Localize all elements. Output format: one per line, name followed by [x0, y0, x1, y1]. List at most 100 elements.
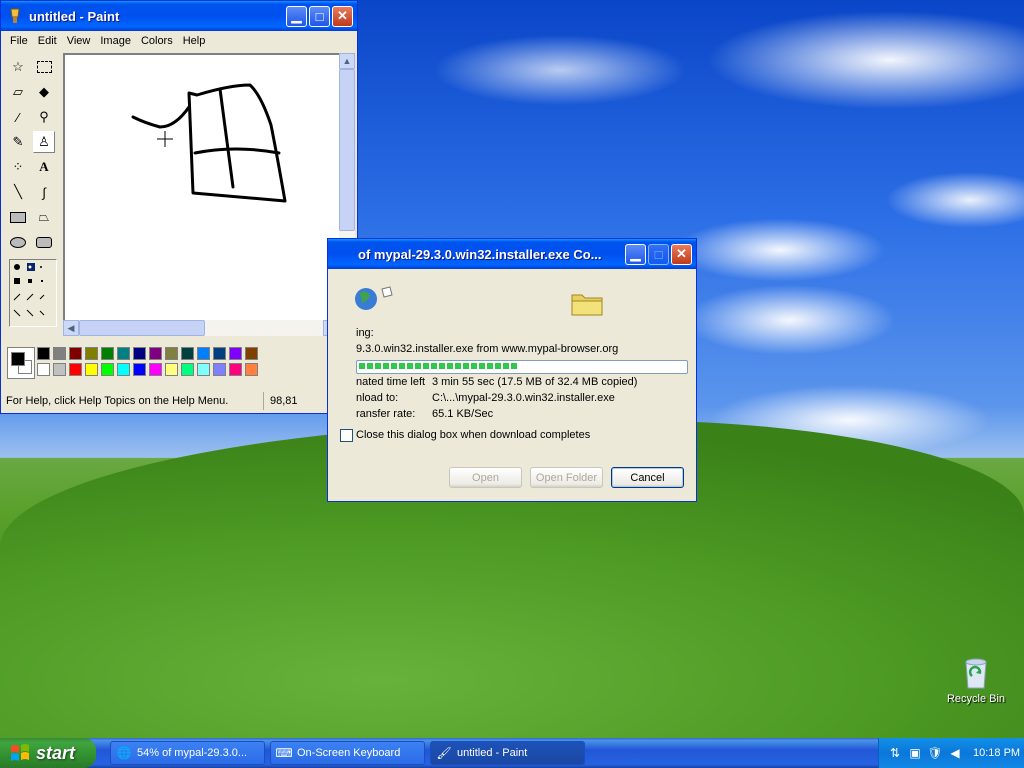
color-swatch[interactable] — [85, 363, 98, 376]
menu-colors[interactable]: Colors — [136, 35, 178, 47]
color-swatch[interactable] — [229, 363, 242, 376]
color-swatch[interactable] — [37, 347, 50, 360]
close-when-complete-label[interactable]: Close this dialog box when download comp… — [356, 429, 590, 441]
color-swatch[interactable] — [245, 363, 258, 376]
drawing-strokes — [131, 83, 287, 203]
menu-help[interactable]: Help — [178, 35, 211, 47]
color-swatch[interactable] — [181, 347, 194, 360]
color-swatch[interactable] — [69, 347, 82, 360]
paint-titlebar[interactable]: untitled - Paint ▁ □ ✕ — [1, 1, 357, 31]
color-swatch[interactable] — [181, 363, 194, 376]
vertical-scroll-thumb[interactable] — [339, 69, 355, 231]
horizontal-scroll-thumb[interactable] — [79, 320, 205, 336]
color-swatch[interactable] — [85, 347, 98, 360]
polygon-icon[interactable]: ⏢ — [33, 206, 55, 228]
rectangle-icon[interactable] — [7, 206, 29, 228]
recycle-bin[interactable]: Recycle Bin — [944, 656, 1008, 705]
color-swatch[interactable] — [245, 347, 258, 360]
menu-edit[interactable]: Edit — [33, 35, 62, 47]
open-folder-button: Open Folder — [530, 467, 603, 488]
eraser-icon[interactable]: ▱ — [7, 81, 29, 103]
magnifier-icon[interactable]: ⚲ — [33, 106, 55, 128]
color-palette — [5, 343, 355, 381]
tray-security-icon[interactable]: 🛡 — [927, 745, 943, 761]
clock[interactable]: 10:18 PM — [973, 747, 1020, 759]
paint-window: untitled - Paint ▁ □ ✕ File Edit View Im… — [0, 0, 358, 414]
menu-image[interactable]: Image — [95, 35, 136, 47]
download-icon: 🌐 — [116, 746, 132, 760]
scroll-left-button[interactable]: ◀ — [63, 320, 79, 336]
free-form-select-icon[interactable]: ☆ — [7, 56, 29, 78]
recycle-bin-label: Recycle Bin — [946, 693, 1006, 705]
tray-volume-icon[interactable]: ◀ — [947, 745, 963, 761]
color-swatch[interactable] — [213, 347, 226, 360]
color-swatch[interactable] — [213, 363, 226, 376]
airbrush-icon[interactable]: ⁘ — [7, 156, 29, 178]
download-title: of mypal-29.3.0.win32.installer.exe Co..… — [358, 246, 602, 262]
rounded-rect-icon[interactable] — [33, 231, 55, 253]
download-progress-fill — [359, 363, 518, 369]
close-when-complete-checkbox[interactable] — [340, 429, 353, 442]
horizontal-scrollbar[interactable]: ◀ ▶ — [63, 320, 339, 336]
color-swatch[interactable] — [165, 347, 178, 360]
download-titlebar[interactable]: of mypal-29.3.0.win32.installer.exe Co..… — [328, 239, 696, 269]
color-swatch[interactable] — [149, 363, 162, 376]
download-to-value: C:\...\mypal-29.3.0.win32.installer.exe — [432, 392, 615, 404]
minimize-button[interactable]: ▁ — [625, 243, 646, 265]
scroll-up-button[interactable]: ▲ — [339, 53, 355, 69]
color-swatch[interactable] — [197, 347, 210, 360]
brush-icon[interactable]: ♙ — [33, 131, 55, 153]
ellipse-icon[interactable] — [7, 231, 29, 253]
tray-monitor-icon[interactable]: ▣ — [907, 745, 923, 761]
pick-color-icon[interactable]: ⁄ — [7, 106, 29, 128]
fill-icon[interactable]: ◆ — [33, 81, 55, 103]
color-swatch[interactable] — [117, 363, 130, 376]
line-icon[interactable]: ╲ — [7, 181, 29, 203]
menu-file[interactable]: File — [5, 35, 33, 47]
color-swatch[interactable] — [149, 347, 162, 360]
task-label: On-Screen Keyboard — [297, 747, 401, 759]
download-progress-bar — [356, 360, 688, 374]
color-swatch[interactable] — [37, 363, 50, 376]
canvas-area: ▲ ▼ ◀ ▶ — [63, 53, 355, 336]
brush-options[interactable] — [9, 259, 57, 327]
select-icon[interactable] — [33, 56, 55, 78]
tray-network-icon[interactable]: ⇅ — [887, 745, 903, 761]
color-swatch[interactable] — [53, 363, 66, 376]
color-swatch[interactable] — [117, 347, 130, 360]
paint-menubar: File Edit View Image Colors Help — [1, 31, 357, 51]
maximize-button: □ — [648, 243, 669, 265]
color-swatch[interactable] — [69, 363, 82, 376]
color-swatch[interactable] — [133, 347, 146, 360]
drawing-canvas[interactable] — [65, 55, 340, 321]
status-bar: For Help, click Help Topics on the Help … — [3, 391, 355, 411]
close-button[interactable]: ✕ — [332, 5, 353, 27]
maximize-button[interactable]: □ — [309, 5, 330, 27]
color-swatch[interactable] — [229, 347, 242, 360]
task-download[interactable]: 🌐 54% of mypal-29.3.0... — [110, 741, 265, 765]
download-to-label: nload to: — [356, 392, 399, 404]
minimize-button[interactable]: ▁ — [286, 5, 307, 27]
taskbar: start 🌐 54% of mypal-29.3.0... ⌨ On-Screen… — [0, 738, 1024, 768]
task-paint[interactable]: 🖌 untitled - Paint — [430, 741, 585, 765]
color-swatch[interactable] — [101, 363, 114, 376]
start-label: start — [36, 742, 76, 763]
color-swatch[interactable] — [101, 347, 114, 360]
color-swatch[interactable] — [133, 363, 146, 376]
globe-icon — [355, 286, 393, 310]
close-button[interactable]: ✕ — [671, 243, 692, 265]
color-swatch[interactable] — [53, 347, 66, 360]
time-left-label: nated time left — [356, 376, 426, 388]
text-icon[interactable]: A — [33, 156, 55, 178]
curve-icon[interactable]: ∫ — [33, 181, 55, 203]
color-swatch[interactable] — [197, 363, 210, 376]
task-on-screen-keyboard[interactable]: ⌨ On-Screen Keyboard — [270, 741, 425, 765]
menu-view[interactable]: View — [62, 35, 96, 47]
time-left-value: 3 min 55 sec (17.5 MB of 32.4 MB copied) — [432, 376, 638, 388]
cancel-button[interactable]: Cancel — [611, 467, 684, 488]
start-button[interactable]: start — [0, 738, 96, 768]
color-swatch[interactable] — [165, 363, 178, 376]
paint-title: untitled - Paint — [29, 8, 120, 24]
current-colors[interactable] — [7, 347, 35, 379]
pencil-icon[interactable]: ✎ — [7, 131, 29, 153]
